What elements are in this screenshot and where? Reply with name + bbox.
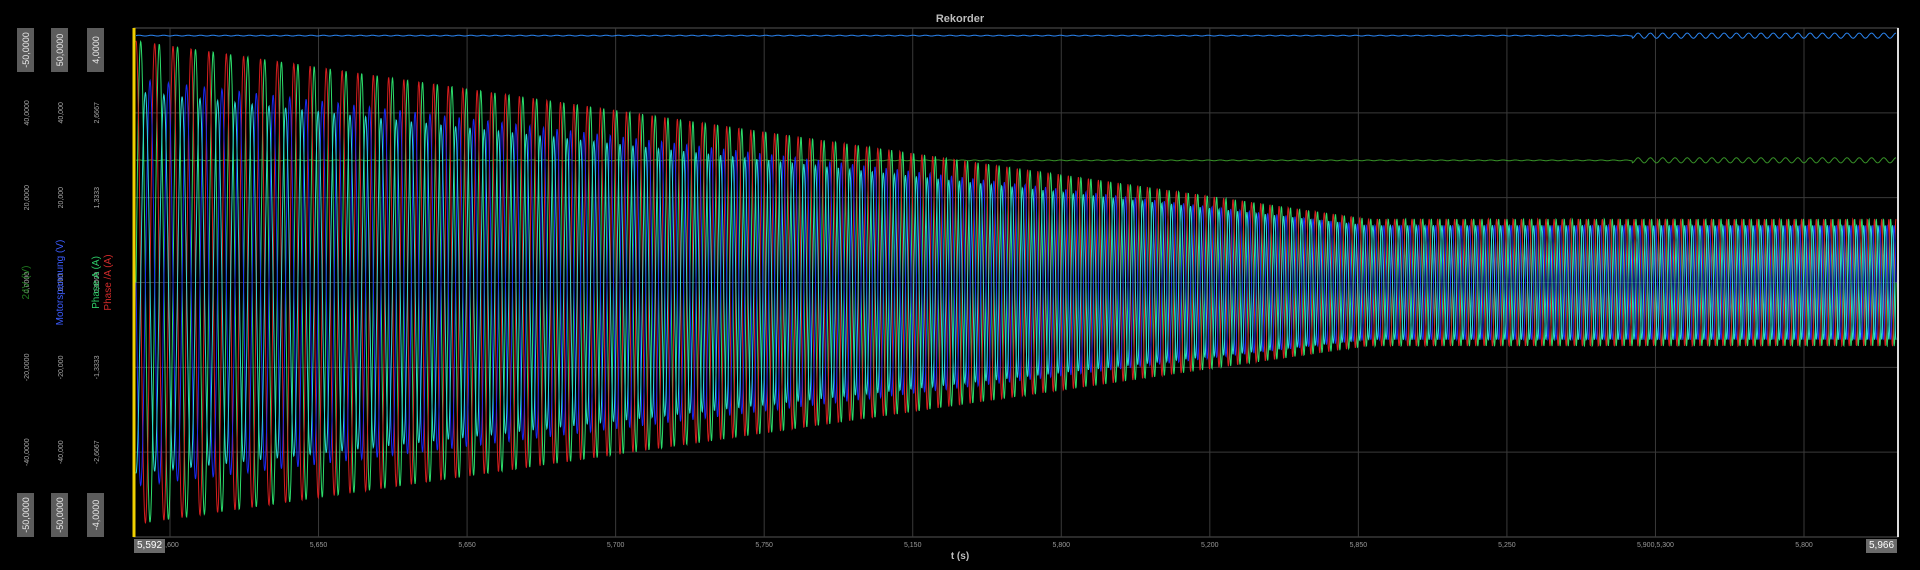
x-tick-label: 5,850 bbox=[1350, 542, 1368, 549]
axis-bottom-value: -50,0000 bbox=[21, 497, 31, 533]
axis-label: Motorspannung (V) bbox=[55, 240, 66, 326]
axis-tick-label: 40,000 bbox=[58, 102, 65, 124]
axis-tick-label: 20,0000 bbox=[24, 185, 31, 210]
x-tick-label: 5,700 bbox=[607, 542, 625, 549]
cursor-end-readout[interactable]: 5,966 bbox=[1866, 539, 1898, 553]
axis-label: 24V (V) bbox=[21, 266, 32, 300]
x-axis-label: t (s) bbox=[950, 551, 970, 562]
x-tick-label: 5,650 bbox=[310, 542, 328, 549]
axis-tick-label: -1,3333 bbox=[94, 355, 101, 379]
x-tick-label: 5,150 bbox=[904, 542, 922, 549]
axis-bottom-value: -50,0000 bbox=[55, 497, 65, 533]
x-tick-label: 5,800 bbox=[1795, 542, 1813, 549]
axis-tick-label: 2,6667 bbox=[94, 102, 101, 124]
axis-top-value: 50,0000 bbox=[55, 34, 65, 67]
axis-tick-label: 1,3333 bbox=[94, 187, 101, 209]
axis-tick-label: 20,000 bbox=[58, 187, 65, 209]
x-tick-label: 5,250 bbox=[1498, 542, 1516, 549]
recorder-window: Rekorder 5,600 5,650 5,650 5,700 5,750 5,150 5… bbox=[0, 0, 1920, 570]
x-tick-label: 5,800 bbox=[1053, 542, 1071, 549]
axis-tick-label: -20,000 bbox=[58, 355, 65, 379]
axis-tick-label: -2,6667 bbox=[94, 440, 101, 464]
axis-label: Phase A (A) bbox=[91, 256, 102, 309]
axis-label: Phase /A (A) bbox=[103, 254, 114, 310]
x-tick-label: 5,200 bbox=[1201, 542, 1219, 549]
axis-tick-label: -40,0000 bbox=[24, 438, 31, 466]
axis-top-value: -50,0000 bbox=[21, 32, 31, 68]
axis-tick-label: -20,0000 bbox=[24, 353, 31, 381]
x-tick-label: 5,900,5,300 bbox=[1637, 542, 1674, 549]
cursor-start-readout[interactable]: 5,592 bbox=[134, 539, 166, 553]
axis-bottom-value: -4,0000 bbox=[91, 500, 101, 531]
x-tick-label: 5,650 bbox=[458, 542, 476, 549]
chart-plot[interactable]: 5,600 5,650 5,650 5,700 5,750 5,150 5,800 5,200… bbox=[0, 0, 1920, 570]
x-tick-label: 5,750 bbox=[755, 542, 773, 549]
axis-tick-label: 40,0000 bbox=[24, 100, 31, 125]
axis-tick-label: -40,000 bbox=[58, 440, 65, 464]
axis-top-value: 4,0000 bbox=[91, 36, 101, 64]
